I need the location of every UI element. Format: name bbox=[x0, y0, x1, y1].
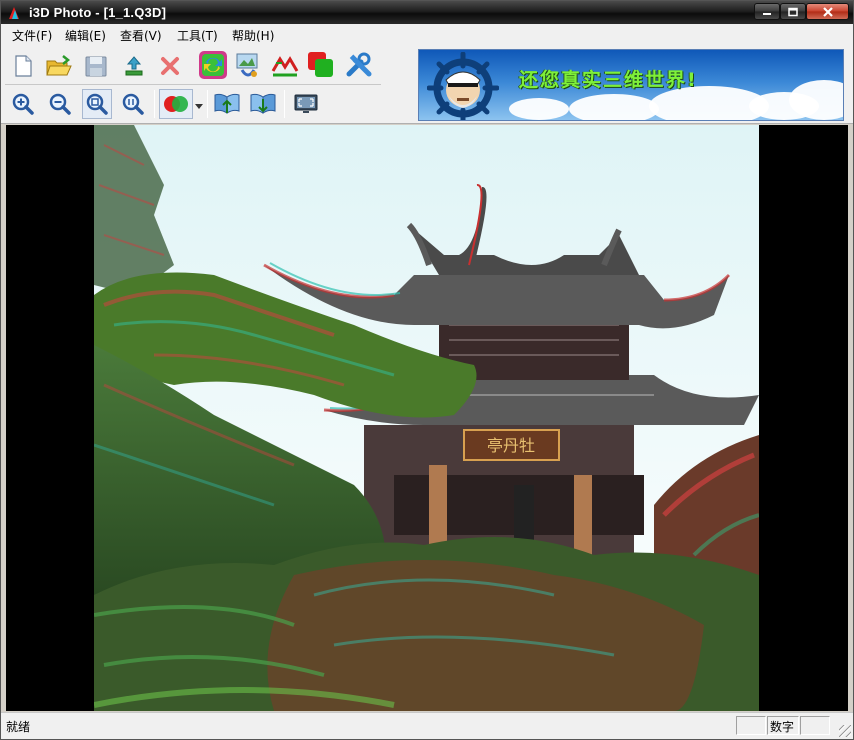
stereo-photo[interactable]: 亭丹牡 bbox=[94, 125, 759, 711]
layer-blend-icon bbox=[308, 52, 333, 77]
close-icon bbox=[822, 6, 833, 17]
toolbar-separator bbox=[154, 90, 155, 118]
export-icon bbox=[125, 56, 143, 76]
view-left-icon bbox=[214, 93, 240, 114]
actual-size-icon bbox=[122, 93, 144, 115]
swap-views-button[interactable] bbox=[270, 51, 300, 81]
minimize-icon bbox=[763, 12, 771, 15]
new-button[interactable] bbox=[8, 51, 38, 81]
zoom-out-button[interactable] bbox=[45, 89, 75, 119]
status-panel-scroll bbox=[800, 716, 830, 735]
app-window: i3D Photo - [1_1.Q3D] 文件(F) 编辑(E) 查看(V) … bbox=[0, 0, 854, 740]
fit-window-button[interactable] bbox=[82, 89, 112, 119]
toolbar-row-divider bbox=[5, 84, 381, 85]
menu-tools[interactable]: 工具(T) bbox=[175, 27, 220, 44]
resize-grip[interactable] bbox=[839, 725, 851, 737]
anaglyph-mode-icon bbox=[164, 96, 188, 112]
app-logo-icon bbox=[9, 7, 19, 19]
fit-window-icon bbox=[86, 93, 108, 115]
menu-edit[interactable]: 编辑(E) bbox=[63, 27, 108, 44]
anaglyph-mode-button[interactable] bbox=[159, 89, 193, 119]
stereo-align-icon bbox=[236, 53, 258, 77]
open-folder-icon bbox=[46, 55, 72, 76]
save-button[interactable] bbox=[81, 51, 111, 81]
maximize-icon bbox=[788, 7, 798, 16]
promo-banner[interactable]: 还您真实三维世界! bbox=[418, 49, 844, 121]
status-panel-caps bbox=[736, 716, 766, 735]
convert-3d-icon bbox=[199, 51, 227, 79]
captain-logo-icon bbox=[427, 52, 499, 120]
menu-help[interactable]: 帮助(H) bbox=[230, 27, 276, 44]
tools-icon bbox=[346, 52, 372, 77]
convert-3d-button[interactable] bbox=[197, 49, 229, 81]
delete-icon bbox=[161, 57, 179, 75]
anaglyph-pavilion-image: 亭丹牡 bbox=[94, 125, 759, 711]
save-icon bbox=[85, 56, 107, 77]
zoom-in-button[interactable] bbox=[8, 89, 38, 119]
delete-button[interactable] bbox=[155, 51, 185, 81]
banner-cloud bbox=[509, 98, 569, 120]
minimize-button[interactable] bbox=[754, 3, 780, 20]
actual-size-button[interactable] bbox=[118, 89, 148, 119]
status-message: 就绪 bbox=[6, 720, 31, 734]
toolbar-separator bbox=[284, 90, 285, 118]
svg-text:亭丹牡: 亭丹牡 bbox=[487, 436, 535, 455]
view-left-button[interactable] bbox=[212, 89, 242, 119]
view-right-icon bbox=[250, 93, 276, 114]
menu-bar: 文件(F) 编辑(E) 查看(V) 工具(T) 帮助(H) bbox=[1, 24, 853, 46]
swap-views-icon bbox=[271, 56, 299, 77]
menu-file[interactable]: 文件(F) bbox=[10, 27, 54, 44]
title-bar[interactable]: i3D Photo - [1_1.Q3D] bbox=[1, 1, 853, 24]
anaglyph-dropdown-arrow[interactable] bbox=[195, 99, 205, 109]
status-panel-numlock: 数字 bbox=[767, 716, 799, 735]
window-title: i3D Photo - [1_1.Q3D] bbox=[29, 5, 167, 20]
status-bar: 就绪 数字 bbox=[1, 712, 853, 739]
zoom-out-icon bbox=[49, 93, 71, 115]
banner-cloud bbox=[569, 94, 659, 120]
zoom-in-icon bbox=[12, 93, 34, 115]
export-button[interactable] bbox=[119, 51, 149, 81]
chevron-down-icon bbox=[195, 104, 203, 109]
view-right-button[interactable] bbox=[248, 89, 278, 119]
banner-slogan: 还您真实三维世界! bbox=[519, 69, 698, 91]
tools-button[interactable] bbox=[344, 51, 374, 81]
image-viewer[interactable]: 亭丹牡 bbox=[6, 125, 848, 711]
status-numlock-text: 数字 bbox=[770, 720, 795, 734]
fullscreen-button[interactable] bbox=[291, 89, 321, 119]
toolbar-separator bbox=[207, 90, 208, 118]
new-document-icon bbox=[15, 55, 32, 77]
close-button[interactable] bbox=[806, 3, 849, 20]
stereo-align-button[interactable] bbox=[233, 51, 263, 81]
layer-blend-button[interactable] bbox=[306, 50, 336, 80]
open-button[interactable] bbox=[44, 51, 74, 81]
fullscreen-icon bbox=[294, 94, 318, 113]
maximize-button[interactable] bbox=[780, 3, 806, 20]
menu-view[interactable]: 查看(V) bbox=[118, 27, 164, 44]
